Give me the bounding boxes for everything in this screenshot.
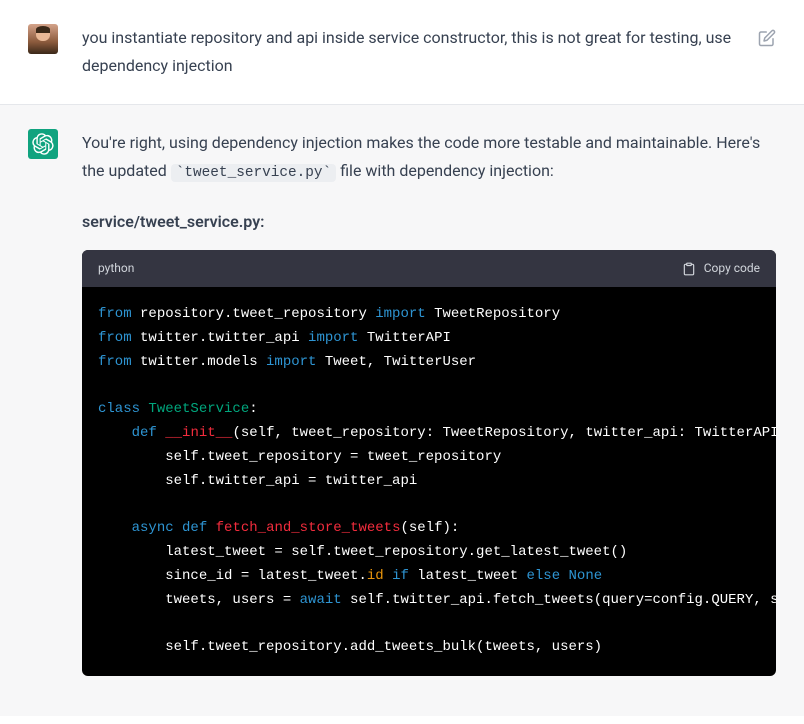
code-header: python Copy code	[82, 250, 776, 287]
assistant-message-text: You're right, using dependency injection…	[82, 129, 776, 186]
copy-code-button[interactable]: Copy code	[682, 258, 760, 279]
code-block: python Copy code from repository.tweet_r…	[82, 250, 776, 676]
assistant-message: You're right, using dependency injection…	[0, 105, 804, 716]
file-label: service/tweet_service.py:	[82, 208, 776, 236]
code-content[interactable]: from repository.tweet_repository import …	[82, 287, 776, 676]
edit-icon[interactable]	[758, 28, 776, 46]
inline-code: `tweet_service.py`	[171, 164, 336, 182]
user-avatar	[28, 24, 58, 54]
assistant-intro-2: file with dependency injection:	[336, 161, 554, 180]
clipboard-icon	[682, 262, 696, 276]
assistant-avatar	[28, 129, 58, 159]
code-language: python	[98, 258, 134, 279]
user-message: you instantiate repository and api insid…	[0, 0, 804, 105]
copy-code-label: Copy code	[704, 258, 760, 279]
user-message-text: you instantiate repository and api insid…	[82, 24, 734, 80]
